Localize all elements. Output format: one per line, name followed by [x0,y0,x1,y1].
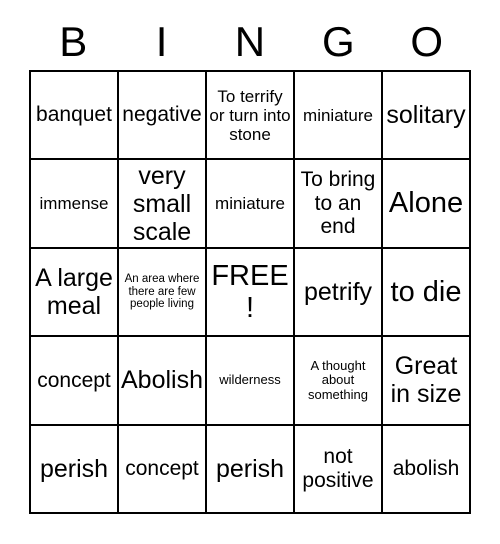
bingo-cell-r1c4[interactable]: miniature [295,72,383,161]
bingo-row: perish concept perish not positive aboli… [31,425,471,515]
bingo-cell-text: perish [215,454,285,483]
bingo-cell-text: abolish [392,457,460,481]
bingo-cell-text: negative [122,103,202,127]
bingo-cell-r5c3[interactable]: perish [207,425,295,515]
bingo-cell-text: miniature [303,105,373,125]
bingo-cell-r4c4[interactable]: A thought about something [295,337,383,426]
bingo-cell-r2c2[interactable]: very small scale [119,160,207,249]
bingo-cell-r4c2[interactable]: Abolish [119,337,207,426]
bingo-cell-r2c3[interactable]: miniature [207,160,295,249]
bingo-cell-text: wilderness [219,372,281,388]
bingo-cell-r1c1[interactable]: banquet [31,72,119,161]
bingo-row: concept Abolish wilderness A thought abo… [31,337,471,426]
bingo-cell-r2c1[interactable]: immense [31,160,119,249]
bingo-cell-r1c2[interactable]: negative [119,72,207,161]
bingo-cell-text: concept [125,457,199,481]
bingo-header-letter-i: I [155,17,168,65]
bingo-cell-r1c5[interactable]: solitary [383,72,471,161]
bingo-card: B I N G O banquet negative To terrify or… [29,13,471,515]
bingo-row: banquet negative To terrify or turn into… [31,72,471,161]
bingo-header-letter-g: G [322,17,355,65]
bingo-header-letter-b: B [59,17,88,65]
bingo-cell-text: Abolish [121,366,203,395]
bingo-cell-text: Alone [388,187,464,220]
bingo-cell-text: immense [39,194,109,214]
bingo-cell-text: To terrify or turn into stone [209,86,291,144]
bingo-cell-r5c2[interactable]: concept [119,425,207,515]
bingo-cell-text: solitary [386,101,466,130]
bingo-grid: banquet negative To terrify or turn into… [29,70,471,515]
bingo-cell-text: perish [39,454,109,483]
bingo-cell-text: An area where there are few people livin… [124,272,200,311]
bingo-cell-text: concept [37,368,111,392]
bingo-cell-text: banquet [36,103,112,127]
bingo-row: A large meal An area where there are few… [31,248,471,338]
bingo-cell-r5c4[interactable]: not positive [295,425,383,515]
bingo-cell-text: miniature [215,194,285,214]
bingo-cell-r3c5[interactable]: to die [383,248,471,338]
bingo-cell-r4c1[interactable]: concept [31,337,119,426]
bingo-header-letter-n: N [234,17,266,65]
bingo-cell-r3c1[interactable]: A large meal [31,248,119,338]
bingo-cell-r3c4[interactable]: petrify [295,248,383,338]
bingo-cell-text: to die [390,275,462,308]
bingo-header-letter-o: O [410,17,444,65]
bingo-cell-text: Great in size [390,352,462,409]
bingo-cell-r5c5[interactable]: abolish [383,425,471,515]
bingo-cell-text: A large meal [35,264,113,321]
bingo-cell-r1c3[interactable]: To terrify or turn into stone [207,72,295,161]
bingo-cell-text: not positive [302,445,374,492]
bingo-cell-r2c4[interactable]: To bring to an end [295,160,383,249]
bingo-cell-r2c5[interactable]: Alone [383,160,471,249]
bingo-cell-text: A thought about something [308,357,368,402]
bingo-cell-r3c2[interactable]: An area where there are few people livin… [119,248,207,338]
bingo-cell-text: very small scale [132,161,192,246]
bingo-cell-r4c3[interactable]: wilderness [207,337,295,426]
bingo-cell-r5c1[interactable]: perish [31,425,119,515]
free-space-label: FREE! [211,259,289,325]
bingo-cell-text: To bring to an end [300,168,376,239]
bingo-cell-text: petrify [303,278,373,307]
bingo-cell-free-space[interactable]: FREE! [207,248,295,338]
bingo-cell-r4c5[interactable]: Great in size [383,337,471,426]
bingo-row: immense very small scale miniature To br… [31,160,471,249]
bingo-header-row: B I N G O [29,13,471,70]
